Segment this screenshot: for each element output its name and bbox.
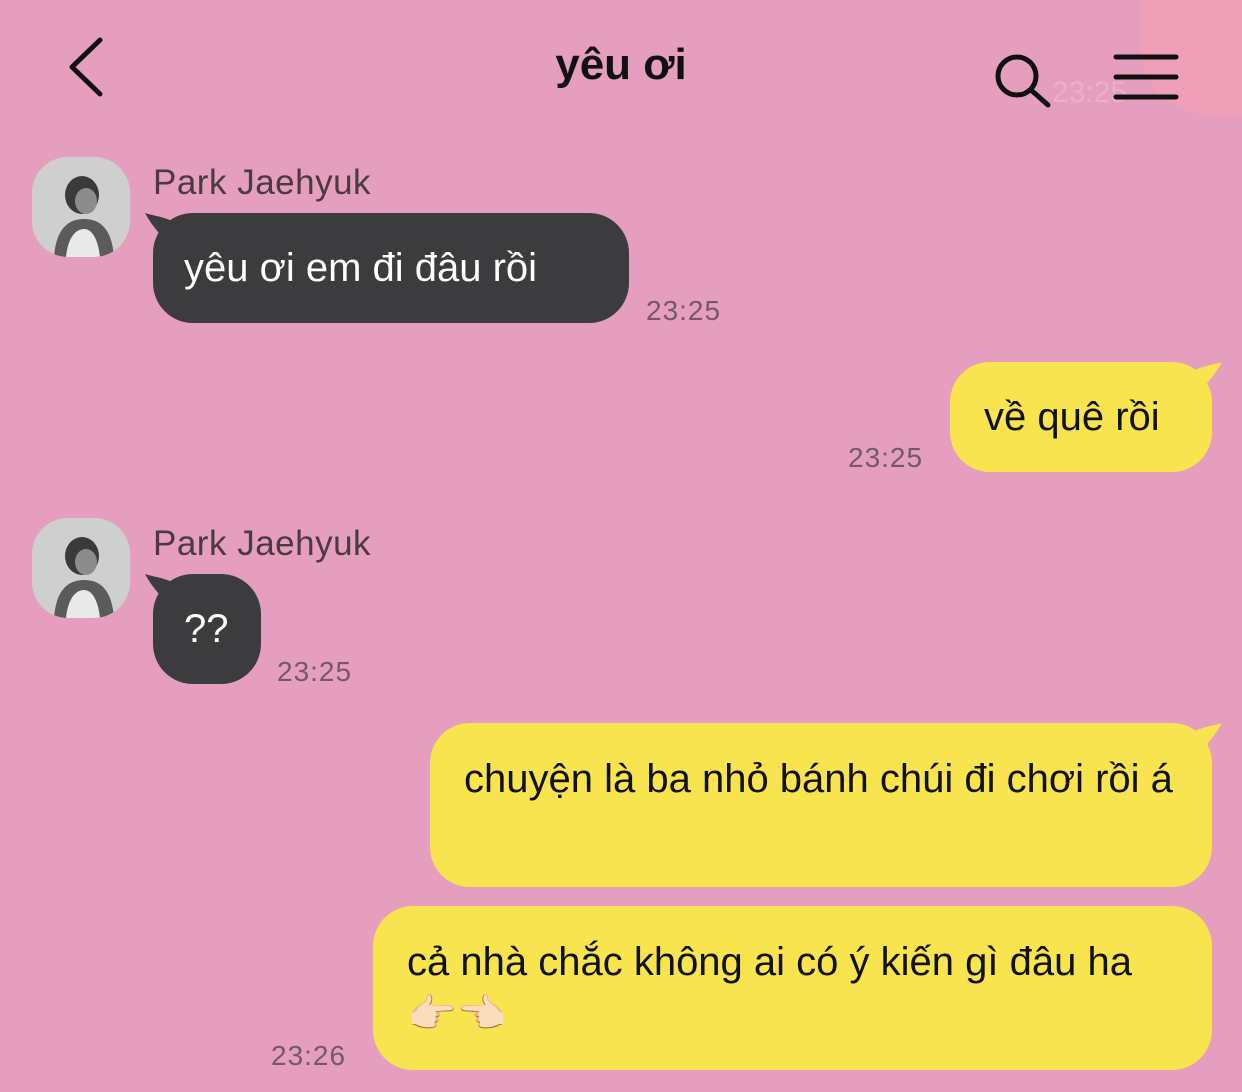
message-time: 23:25 bbox=[277, 656, 353, 687]
message-time: 23:26 bbox=[271, 1040, 347, 1071]
message-bubble[interactable]: chuyện là ba nhỏ bánh chúi đi chơi rồi á bbox=[430, 723, 1212, 887]
chat-title: yêu ơi bbox=[555, 40, 687, 89]
menu-icon[interactable] bbox=[1112, 52, 1180, 102]
avatar-photo bbox=[32, 518, 130, 618]
sender-name: Park Jaehyuk bbox=[153, 524, 372, 563]
message-bubble[interactable]: ?? bbox=[153, 574, 261, 684]
avatar-photo bbox=[32, 157, 130, 257]
message-time: 23:25 bbox=[646, 295, 722, 326]
message-bubble[interactable]: cả nhà chắc không ai có ý kiến gì đâu ha… bbox=[373, 906, 1212, 1070]
message-bubble[interactable]: yêu ơi em đi đâu rồi bbox=[153, 213, 629, 323]
search-icon[interactable] bbox=[990, 50, 1054, 110]
avatar[interactable] bbox=[32, 518, 130, 618]
message-time: 23:25 bbox=[848, 442, 924, 473]
chat-header: 23:25 yêu ơi bbox=[0, 0, 1242, 130]
sender-name: Park Jaehyuk bbox=[153, 163, 372, 202]
avatar[interactable] bbox=[32, 157, 130, 257]
bubble-tail bbox=[1188, 362, 1222, 396]
message-bubble[interactable]: về quê rồi bbox=[950, 362, 1212, 472]
bubble-tail bbox=[1188, 723, 1222, 757]
